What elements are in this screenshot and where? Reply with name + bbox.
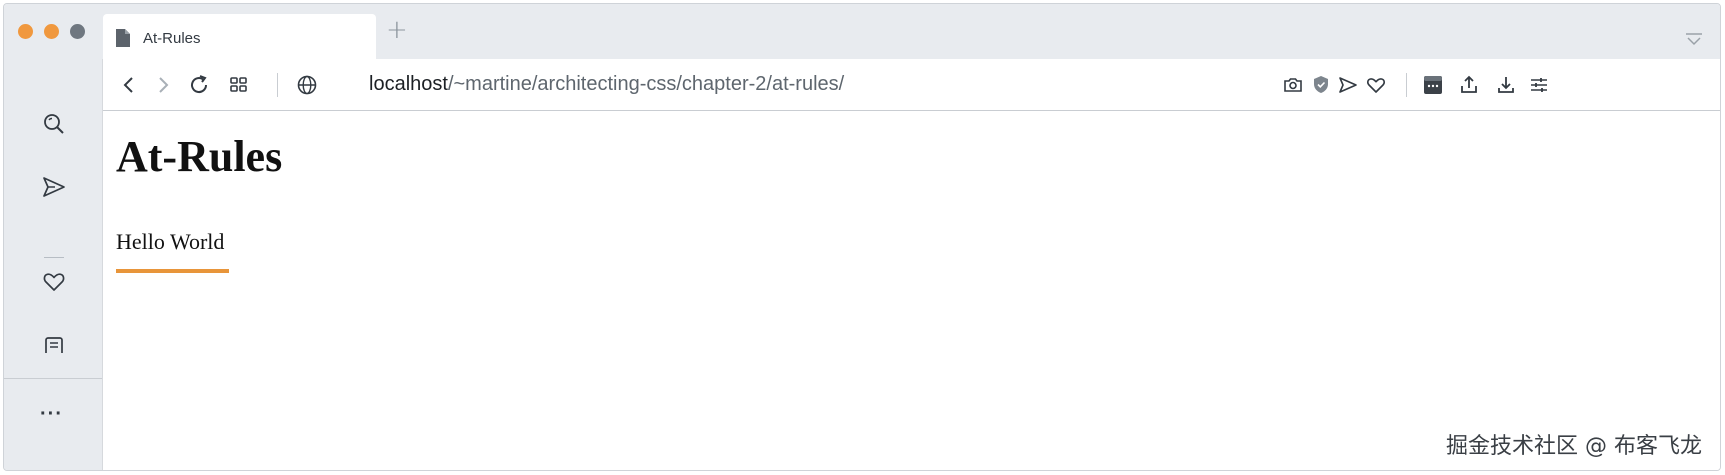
- send-icon[interactable]: [41, 174, 67, 200]
- settings-sliders-icon[interactable]: [1527, 73, 1551, 97]
- sidebar-divider: [44, 257, 64, 258]
- extension-icon[interactable]: [1421, 73, 1445, 97]
- new-tab-button[interactable]: +: [386, 17, 408, 43]
- document-icon: [115, 28, 131, 48]
- browser-window: At-Rules + localhost/~martine/architecti…: [3, 3, 1721, 471]
- window-minimize-button[interactable]: [44, 24, 59, 39]
- sidebar: ···: [4, 59, 103, 470]
- tab-title: At-Rules: [143, 30, 201, 47]
- orange-underline: [116, 269, 229, 273]
- reload-icon[interactable]: [187, 73, 211, 97]
- send-icon[interactable]: [1336, 73, 1360, 97]
- window-close-button[interactable]: [18, 24, 33, 39]
- address-toolbar: localhost/~martine/architecting-css/chap…: [103, 59, 1720, 111]
- url-host: localhost: [369, 73, 448, 95]
- more-options-icon[interactable]: ···: [40, 403, 63, 426]
- tab-menu-icon[interactable]: [1684, 32, 1704, 46]
- notes-icon[interactable]: [41, 334, 67, 353]
- share-icon[interactable]: [1457, 73, 1481, 97]
- shield-icon[interactable]: [1309, 73, 1333, 97]
- toolbar-divider: [277, 73, 278, 97]
- window-maximize-button[interactable]: [70, 24, 85, 39]
- url-path: /~martine/architecting-css/chapter-2/at-…: [447, 73, 845, 95]
- sidebar-footer-divider: [4, 378, 102, 379]
- heart-icon[interactable]: [1364, 73, 1388, 97]
- globe-icon[interactable]: [295, 73, 319, 97]
- back-icon[interactable]: [117, 73, 141, 97]
- heart-icon[interactable]: [41, 268, 67, 294]
- page-content: At-Rules Hello World 掘金技术社区 @ 布客飞龙: [103, 111, 1720, 470]
- tab-at-rules[interactable]: At-Rules: [103, 14, 376, 60]
- toolbar-divider: [1406, 73, 1407, 97]
- url-field[interactable]: localhost/~martine/architecting-css/chap…: [369, 73, 844, 96]
- forward-icon[interactable]: [151, 73, 175, 97]
- watermark-text: 掘金技术社区 @ 布客飞龙: [1446, 434, 1702, 459]
- page-paragraph: Hello World: [116, 229, 225, 254]
- download-icon[interactable]: [1494, 73, 1518, 97]
- tab-strip: At-Rules +: [4, 4, 1720, 60]
- tab-grid-icon[interactable]: [227, 73, 251, 97]
- camera-icon[interactable]: [1281, 73, 1305, 97]
- page-heading: At-Rules: [116, 132, 283, 181]
- search-icon[interactable]: [41, 111, 67, 137]
